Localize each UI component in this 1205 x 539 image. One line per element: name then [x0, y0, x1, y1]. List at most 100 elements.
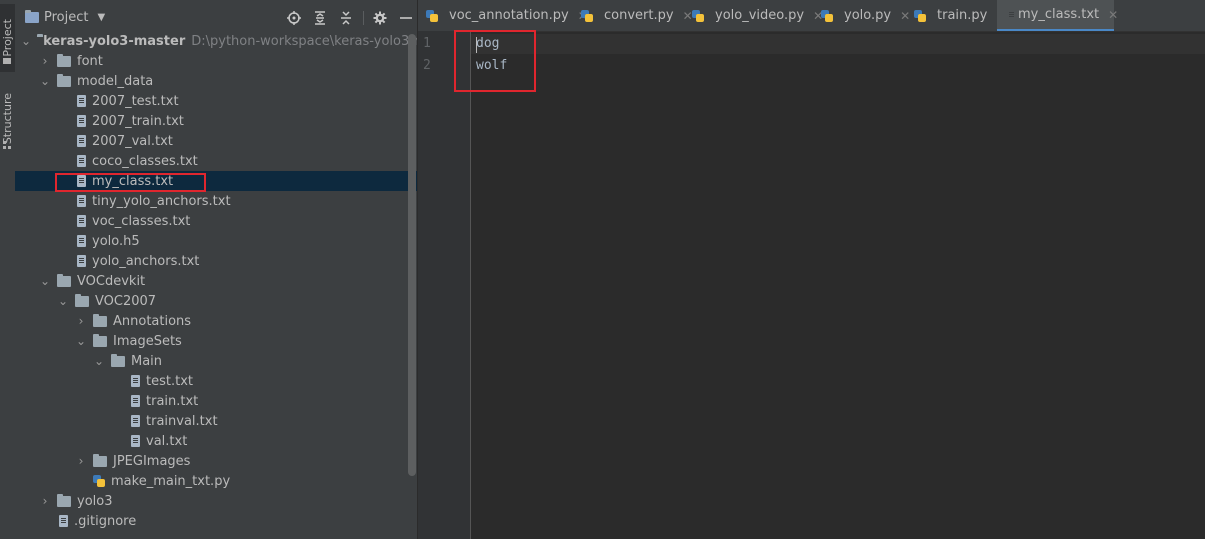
tree-root[interactable]: ⌄ keras-yolo3-master D:\python-workspace… [15, 31, 417, 51]
tree-item-font[interactable]: › font [15, 51, 417, 71]
tree-item-train[interactable]: train.txt [15, 391, 417, 411]
chevron-right-icon[interactable]: › [39, 54, 51, 68]
tree-item-yolo3[interactable]: › yolo3 [15, 491, 417, 511]
tree-item-yolo-anchors[interactable]: yolo_anchors.txt [15, 251, 417, 271]
tree-item-label: train.txt [146, 393, 199, 409]
minimize-icon[interactable] [393, 9, 417, 27]
tree-item-label: coco_classes.txt [92, 153, 198, 169]
tree-item-label: yolo3 [77, 493, 113, 509]
tree-item-model-data[interactable]: ⌄ model_data [15, 71, 417, 91]
tree-item-yolo-h5[interactable]: yolo.h5 [15, 231, 417, 251]
text-file-icon [77, 95, 86, 107]
tab-convert[interactable]: convert.py ✕ [581, 0, 693, 31]
text-file-icon [77, 135, 86, 147]
tab-my-class[interactable]: my_class.txt ✕ [997, 0, 1118, 31]
chevron-down-icon[interactable]: ⌄ [39, 74, 51, 88]
chevron-down-icon[interactable]: ⌄ [57, 294, 69, 308]
highlight-box [55, 173, 206, 192]
tab-voc-annotation[interactable]: voc_annotation.py ✕ [426, 0, 588, 31]
tree-item-label: test.txt [146, 373, 193, 389]
tree-item-2007-val[interactable]: 2007_val.txt [15, 131, 417, 151]
text-file-icon [77, 155, 86, 167]
tree-item-label: 2007_test.txt [92, 93, 179, 109]
expand-all-icon[interactable] [307, 9, 333, 27]
tree-item-label: yolo_anchors.txt [92, 253, 200, 269]
tree-item-label: JPEGImages [113, 453, 191, 469]
tab-label: yolo_video.py [715, 8, 805, 23]
tab-label: voc_annotation.py [449, 8, 569, 23]
chevron-right-icon[interactable]: › [75, 314, 87, 328]
tree-item-label: model_data [77, 73, 154, 89]
tree-scrollbar[interactable] [408, 34, 416, 476]
file-icon [77, 235, 86, 247]
gear-icon[interactable] [367, 9, 393, 27]
tab-label: train.py [937, 8, 988, 23]
tab-yolo-video[interactable]: yolo_video.py ✕ [692, 0, 823, 31]
chevron-down-icon: ▼ [97, 12, 106, 23]
tree-item-voc-classes[interactable]: voc_classes.txt [15, 211, 417, 231]
tab-label: yolo.py [844, 8, 892, 23]
tree-item-label: voc_classes.txt [92, 213, 191, 229]
chevron-down-icon[interactable]: ⌄ [75, 334, 87, 348]
file-icon [59, 515, 68, 527]
folder-icon [93, 313, 107, 327]
tree-item-main[interactable]: ⌄ Main [15, 351, 417, 371]
tree-item-coco-classes[interactable]: coco_classes.txt [15, 151, 417, 171]
editor-area: voc_annotation.py ✕ convert.py ✕ yolo_vi… [418, 0, 1205, 539]
chevron-right-icon[interactable]: › [75, 454, 87, 468]
chevron-down-icon[interactable]: ⌄ [93, 354, 105, 368]
tree-item-label: Main [131, 353, 163, 369]
folder-icon [93, 333, 107, 347]
tree-item-label: .gitignore [74, 513, 137, 529]
chevron-down-icon[interactable]: ⌄ [21, 34, 31, 48]
tree-item-label: ImageSets [113, 333, 182, 349]
python-file-icon [914, 9, 926, 22]
tree-item-trainval[interactable]: trainval.txt [15, 411, 417, 431]
project-view-selector[interactable]: Project ▼ [25, 10, 105, 25]
line-number: 2 [423, 58, 431, 73]
project-tool-tab-label: Project [1, 19, 14, 57]
folder-icon [93, 453, 107, 467]
tree-item-annotations[interactable]: › Annotations [15, 311, 417, 331]
tree-item-vocdevkit[interactable]: ⌄ VOCdevkit [15, 271, 417, 291]
code-editor[interactable]: dog wolf [454, 30, 1205, 539]
tree-item-2007-test[interactable]: 2007_test.txt [15, 91, 417, 111]
folder-icon [111, 353, 125, 367]
text-file-icon [77, 195, 86, 207]
tree-item-voc2007[interactable]: ⌄ VOC2007 [15, 291, 417, 311]
close-icon[interactable]: ✕ [1108, 8, 1118, 22]
tab-label: convert.py [604, 8, 674, 23]
tree-item-2007-train[interactable]: 2007_train.txt [15, 111, 417, 131]
project-tool-icon [3, 58, 11, 64]
current-line-highlight [471, 34, 1205, 54]
folder-icon [57, 493, 71, 507]
project-view-label: Project [44, 10, 89, 25]
tree-item-jpegimages[interactable]: › JPEGImages [15, 451, 417, 471]
tree-item-gitignore[interactable]: .gitignore [15, 511, 417, 531]
tab-train[interactable]: train.py ✕ [914, 0, 1006, 31]
folder-icon [25, 10, 39, 23]
tab-yolo[interactable]: yolo.py ✕ [821, 0, 910, 31]
folder-icon [57, 53, 71, 67]
tree-item-label: val.txt [146, 433, 188, 449]
text-file-icon [77, 115, 86, 127]
tree-item-test[interactable]: test.txt [15, 371, 417, 391]
text-file-icon [131, 435, 140, 447]
python-file-icon [821, 9, 833, 22]
tree-item-tiny-yolo-anchors[interactable]: tiny_yolo_anchors.txt [15, 191, 417, 211]
close-icon[interactable]: ✕ [900, 9, 910, 23]
tree-item-imagesets[interactable]: ⌄ ImageSets [15, 331, 417, 351]
tree-item-label: trainval.txt [146, 413, 218, 429]
line-number-gutter: 1 2 [418, 31, 471, 539]
tree-item-val[interactable]: val.txt [15, 431, 417, 451]
tree-item-make-main-txt[interactable]: make_main_txt.py [15, 471, 417, 491]
tree-item-label: font [77, 53, 103, 69]
tree-item-label: tiny_yolo_anchors.txt [92, 193, 231, 209]
tree-item-label: VOCdevkit [77, 273, 146, 289]
chevron-down-icon[interactable]: ⌄ [39, 274, 51, 288]
chevron-right-icon[interactable]: › [39, 494, 51, 508]
tree-item-label: 2007_train.txt [92, 113, 184, 129]
crosshair-icon[interactable] [281, 9, 307, 27]
collapse-all-icon[interactable] [333, 9, 359, 27]
highlight-box [454, 30, 536, 92]
